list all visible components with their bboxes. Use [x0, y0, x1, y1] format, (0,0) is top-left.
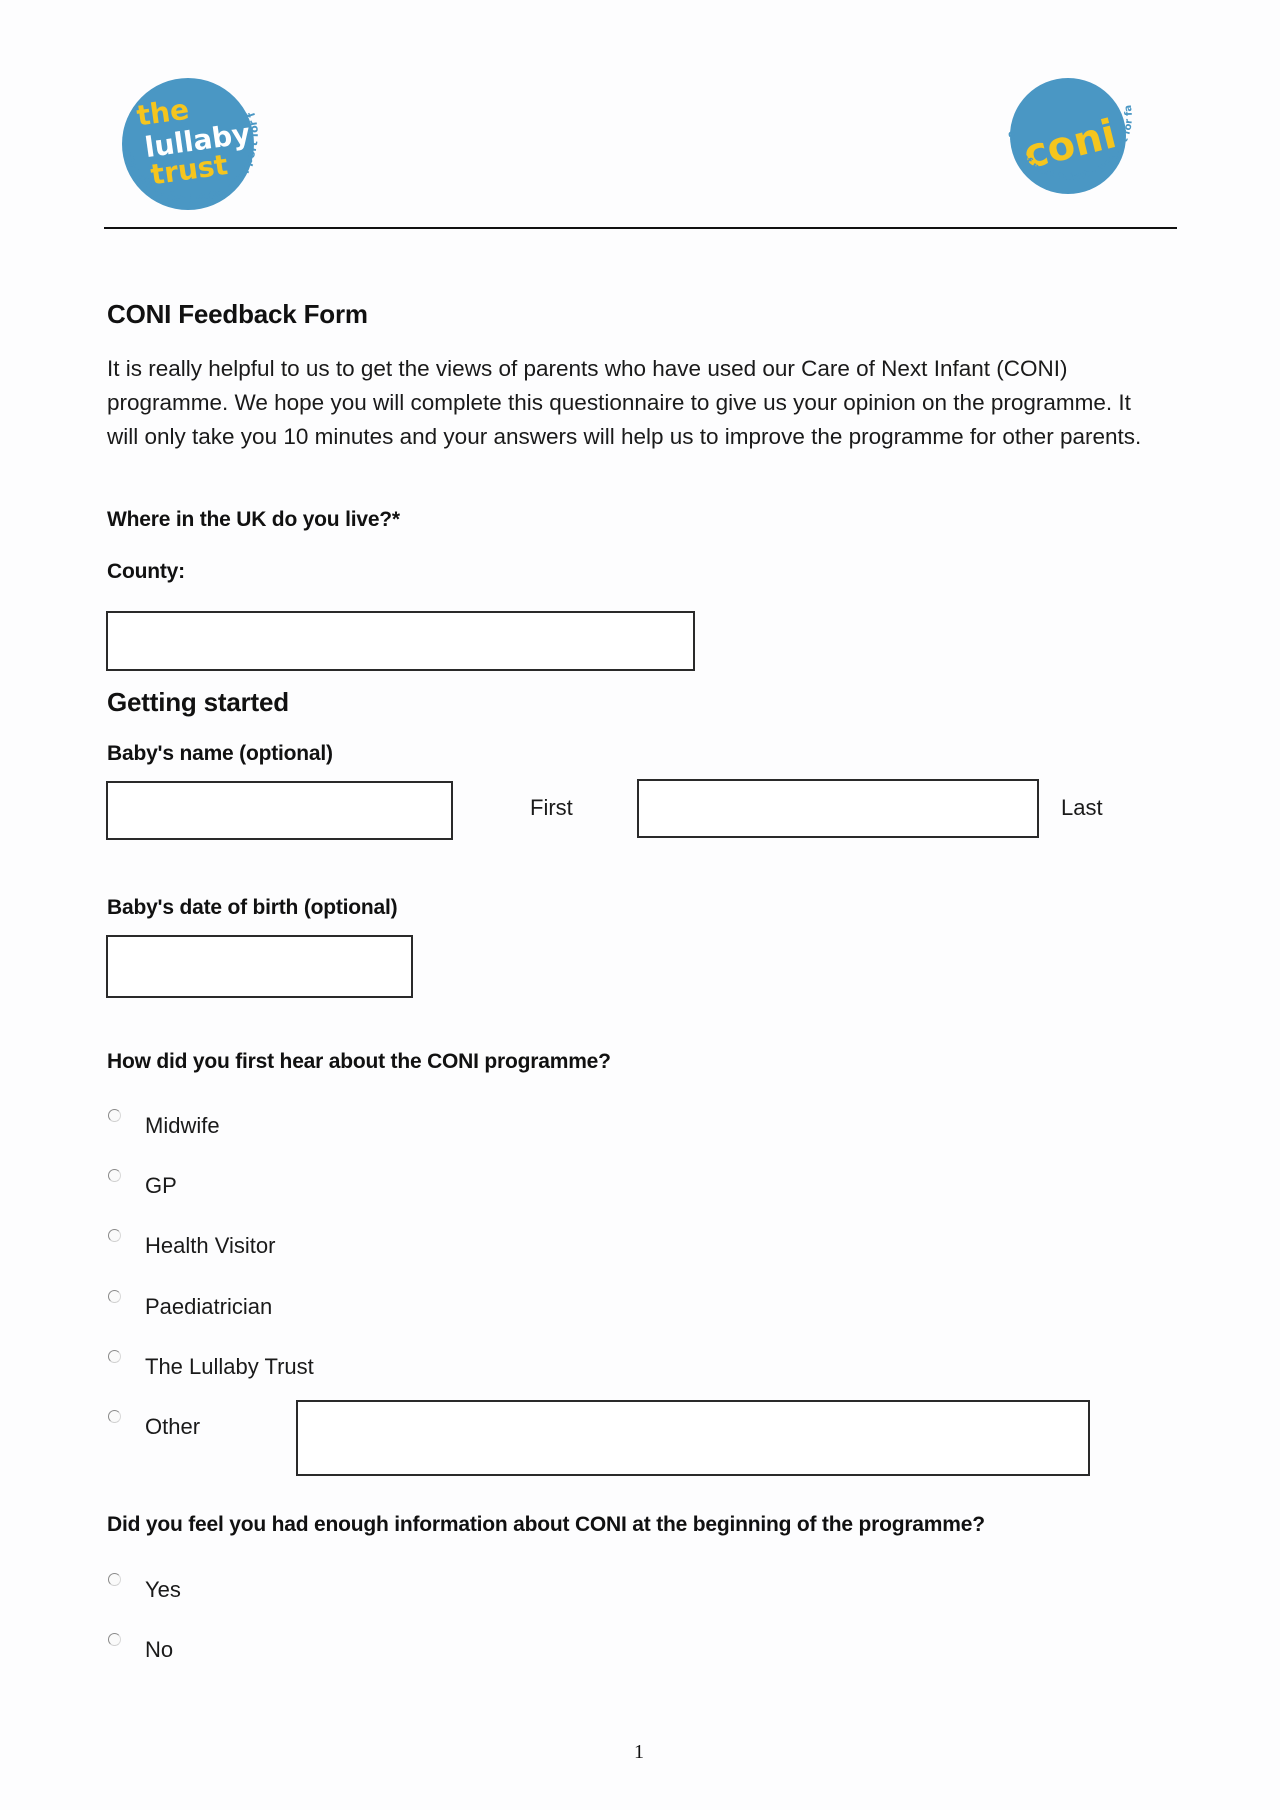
- radio-option-yes[interactable]: Yes: [108, 1571, 181, 1602]
- first-name-field[interactable]: [106, 781, 453, 840]
- radio-label: Paediatrician: [145, 1294, 273, 1319]
- county-label: County:: [107, 560, 185, 583]
- radio-label: Other: [145, 1414, 201, 1439]
- baby-name-label: Baby's name (optional): [107, 742, 333, 765]
- radio-button[interactable]: [108, 1573, 121, 1586]
- last-name-field[interactable]: [637, 779, 1039, 838]
- header-divider: [104, 227, 1177, 229]
- county-input[interactable]: [108, 613, 693, 669]
- page-number: 1: [634, 1741, 644, 1763]
- radio-button[interactable]: [108, 1109, 121, 1122]
- radio-option-health-visitor[interactable]: Health Visitor: [108, 1227, 276, 1258]
- radio-label: The Lullaby Trust: [145, 1354, 314, 1379]
- radio-option-gp[interactable]: GP: [108, 1167, 177, 1198]
- radio-label: GP: [145, 1173, 177, 1198]
- location-question: Where in the UK do you live?*: [107, 508, 400, 531]
- radio-button[interactable]: [108, 1633, 121, 1646]
- radio-button[interactable]: [108, 1229, 121, 1242]
- radio-option-paediatrician[interactable]: Paediatrician: [108, 1288, 273, 1319]
- radio-option-midwife[interactable]: Midwife: [108, 1107, 220, 1138]
- radio-label: Yes: [145, 1577, 181, 1602]
- first-name-label: First: [530, 795, 573, 820]
- form-title: CONI Feedback Form: [107, 299, 368, 329]
- hear-question: How did you first hear about the CONI pr…: [107, 1050, 611, 1073]
- county-field[interactable]: [106, 611, 695, 671]
- dob-label: Baby's date of birth (optional): [107, 896, 398, 919]
- radio-label: No: [145, 1637, 174, 1662]
- dob-input[interactable]: [108, 937, 411, 996]
- radio-button[interactable]: [108, 1410, 121, 1423]
- dob-field[interactable]: [106, 935, 413, 998]
- section-heading-getting-started: Getting started: [107, 687, 289, 717]
- radio-label: Midwife: [145, 1113, 220, 1138]
- radio-button[interactable]: [108, 1169, 121, 1182]
- other-source-field[interactable]: [296, 1400, 1090, 1476]
- coni-logo: coni care of next infant - support for f…: [994, 70, 1135, 194]
- radio-option-no[interactable]: No: [108, 1631, 174, 1662]
- lullaby-trust-logo: the lullaby trust safer sleep for babies…: [104, 72, 261, 210]
- first-name-input[interactable]: [108, 783, 451, 838]
- radio-button[interactable]: [108, 1350, 121, 1363]
- intro-paragraph: It is really helpful to us to get the vi…: [107, 356, 1142, 449]
- radio-option-other[interactable]: Other: [108, 1408, 201, 1439]
- radio-label: Health Visitor: [145, 1233, 276, 1258]
- info-question: Did you feel you had enough information …: [107, 1513, 985, 1536]
- other-source-input[interactable]: [298, 1402, 1088, 1474]
- last-name-input[interactable]: [639, 781, 1037, 836]
- last-name-label: Last: [1061, 795, 1103, 820]
- radio-option-lullaby-trust[interactable]: The Lullaby Trust: [108, 1348, 314, 1379]
- radio-button[interactable]: [108, 1290, 121, 1303]
